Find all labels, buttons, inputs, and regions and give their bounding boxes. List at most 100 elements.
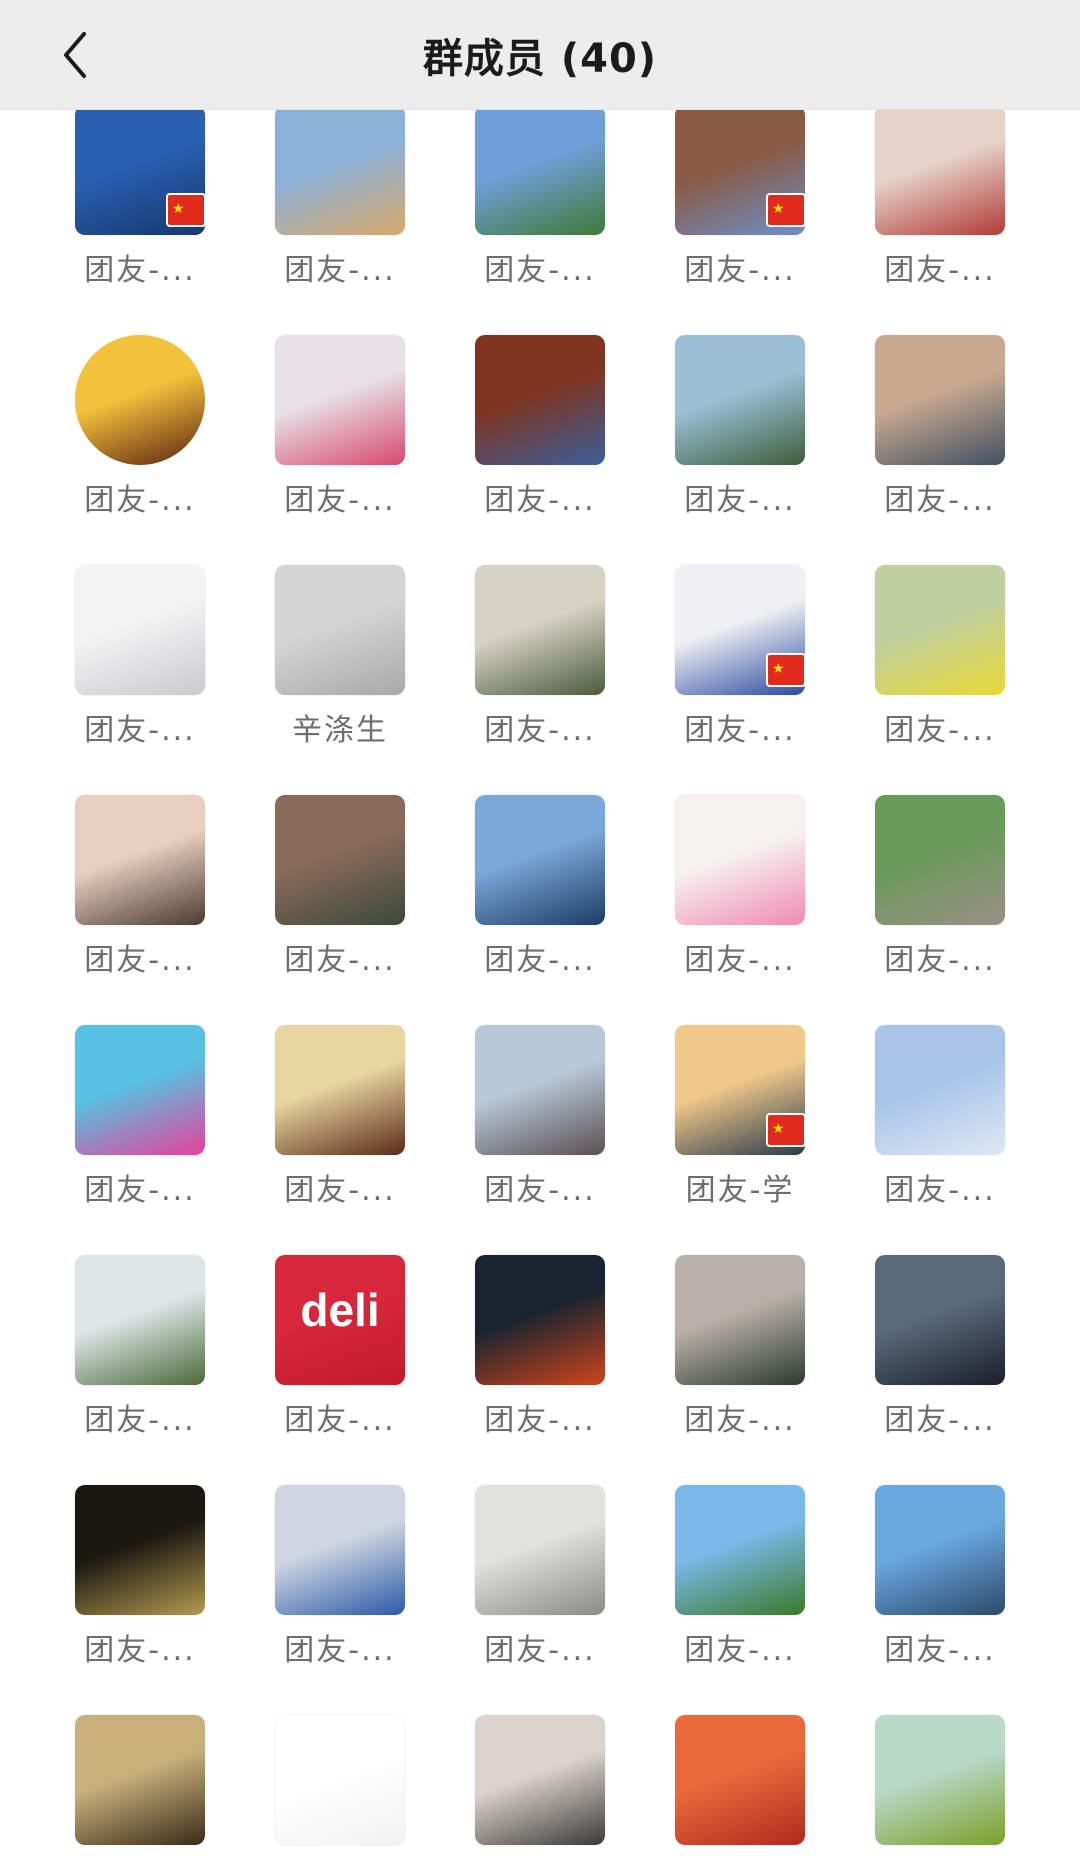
member-name: 团友-... xyxy=(884,943,996,978)
member-avatar xyxy=(75,1255,205,1385)
member-item[interactable]: 团友-... xyxy=(640,1715,840,1862)
member-name: 团友-... xyxy=(484,713,596,748)
member-name: 团友-... xyxy=(84,483,196,518)
member-item[interactable]: 团友-... xyxy=(240,105,440,305)
member-item[interactable]: 团友-... xyxy=(440,1255,640,1455)
member-avatar xyxy=(275,795,405,925)
member-item[interactable]: 团友-... xyxy=(440,105,640,305)
member-avatar xyxy=(875,1485,1005,1615)
member-item[interactable]: 团友-... xyxy=(40,1025,240,1225)
member-item[interactable]: 团友-... xyxy=(40,565,240,765)
member-avatar xyxy=(475,335,605,465)
member-avatar xyxy=(475,795,605,925)
member-name: 团友-... xyxy=(684,483,796,518)
member-item[interactable]: 团友-... xyxy=(840,565,1040,765)
member-item[interactable]: 团友-... xyxy=(440,565,640,765)
member-item[interactable]: ★ 团友-... xyxy=(40,105,240,305)
member-avatar xyxy=(275,105,405,235)
member-item[interactable]: 团友-... xyxy=(640,1485,840,1685)
member-avatar xyxy=(875,565,1005,695)
member-item[interactable]: 团友-... xyxy=(840,1025,1040,1225)
member-item[interactable]: 团友-... xyxy=(440,335,640,535)
member-name: 团友-... xyxy=(684,943,796,978)
member-item[interactable]: 团友-... xyxy=(840,795,1040,995)
member-name: 团友-... xyxy=(84,1633,196,1668)
member-name: 团友-... xyxy=(40,1855,240,1862)
member-name: 团友-... xyxy=(840,1855,1040,1862)
member-item[interactable]: 团友-... xyxy=(640,795,840,995)
flag-badge-icon: ★ xyxy=(766,653,806,687)
member-item[interactable]: 团友-... xyxy=(40,1485,240,1685)
member-name: 团友-... xyxy=(284,1403,396,1438)
member-avatar xyxy=(675,795,805,925)
member-avatar xyxy=(275,565,405,695)
member-name: 团友-... xyxy=(484,1403,596,1438)
member-item[interactable]: 团友-... xyxy=(40,795,240,995)
member-name: 团友-... xyxy=(84,943,196,978)
member-item[interactable]: 团友-... xyxy=(40,1255,240,1455)
member-avatar xyxy=(475,565,605,695)
member-name: 团友-... xyxy=(684,1633,796,1668)
member-grid: ★ 团友-... 团友-... 团友-... ★ 团友-... 团友-... 团友-... 团友… xyxy=(0,0,1080,1862)
member-avatar xyxy=(875,1715,1005,1845)
member-name: 团友-... xyxy=(884,1403,996,1438)
member-name: 团友-... xyxy=(884,253,996,288)
member-item[interactable]: deli 团友-... xyxy=(240,1255,440,1455)
member-avatar xyxy=(75,795,205,925)
member-avatar xyxy=(875,335,1005,465)
member-avatar xyxy=(475,105,605,235)
member-name: 团友-... xyxy=(240,1855,440,1862)
member-item[interactable]: 团友-... xyxy=(440,795,640,995)
member-name: 团友-... xyxy=(884,713,996,748)
member-avatar xyxy=(75,1715,205,1845)
member-item[interactable]: 团友-... xyxy=(240,795,440,995)
member-name: 团友-... xyxy=(284,253,396,288)
member-item[interactable]: 团友-... xyxy=(840,1485,1040,1685)
member-name: 团友-... xyxy=(484,1173,596,1208)
member-item[interactable]: 团友-... xyxy=(40,335,240,535)
member-item[interactable]: 团友-... xyxy=(640,1255,840,1455)
member-name: 团友-... xyxy=(284,1173,396,1208)
member-avatar xyxy=(475,1255,605,1385)
member-item[interactable]: 团友-... xyxy=(440,1485,640,1685)
member-name: 团友-... xyxy=(284,943,396,978)
member-avatar xyxy=(875,795,1005,925)
member-item[interactable]: ★ 团友-学 xyxy=(640,1025,840,1225)
member-item[interactable]: 团友-... xyxy=(440,1025,640,1225)
member-avatar xyxy=(75,1485,205,1615)
member-item[interactable]: 团友-... xyxy=(840,335,1040,535)
member-item[interactable]: ★ 团友-... xyxy=(640,105,840,305)
flag-badge-icon: ★ xyxy=(766,193,806,227)
member-item[interactable]: 团友-... xyxy=(240,1715,440,1862)
member-name: 团友-... xyxy=(284,483,396,518)
member-item[interactable]: 团友-... xyxy=(840,1715,1040,1862)
member-name: 团友-... xyxy=(484,483,596,518)
member-avatar xyxy=(475,1485,605,1615)
member-avatar xyxy=(675,1485,805,1615)
member-name: 团友-... xyxy=(684,253,796,288)
member-avatar xyxy=(275,1485,405,1615)
member-item[interactable]: ★ 团友-... xyxy=(640,565,840,765)
member-avatar xyxy=(675,335,805,465)
member-avatar xyxy=(875,105,1005,235)
member-name: 团友-... xyxy=(484,1633,596,1668)
flag-badge-icon: ★ xyxy=(766,1113,806,1147)
member-avatar xyxy=(675,1255,805,1385)
member-item[interactable]: 团友-... xyxy=(240,1025,440,1225)
member-avatar xyxy=(275,1025,405,1155)
member-name: 团友-... xyxy=(884,1633,996,1668)
member-avatar xyxy=(275,1715,405,1845)
member-name: 团友-... xyxy=(884,1173,996,1208)
member-item[interactable]: 团友-... xyxy=(640,335,840,535)
member-item[interactable]: 团友-... xyxy=(840,1255,1040,1455)
brand-logo: deli xyxy=(300,1284,380,1336)
member-item[interactable]: 团友-... xyxy=(40,1715,240,1862)
member-name: 团友-... xyxy=(684,1403,796,1438)
member-item[interactable]: 辛涤生 xyxy=(240,565,440,765)
member-avatar: deli xyxy=(275,1255,405,1385)
member-name: 团友-... xyxy=(640,1855,840,1862)
member-item[interactable]: 团友-... xyxy=(240,335,440,535)
member-item[interactable]: 团友-... xyxy=(840,105,1040,305)
member-item[interactable]: 团友-... xyxy=(240,1485,440,1685)
member-item[interactable]: 团友-... xyxy=(440,1715,640,1862)
